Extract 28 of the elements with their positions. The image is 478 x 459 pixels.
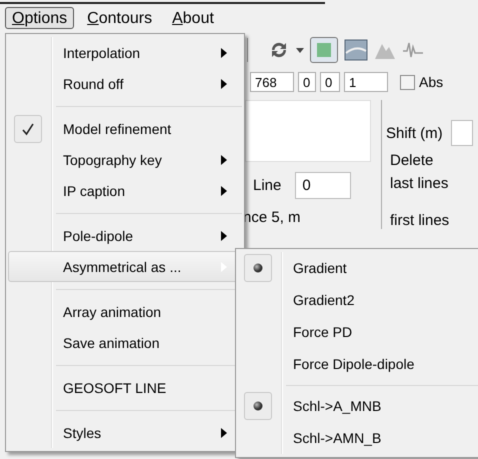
menu-item[interactable]: Gradient2 — [238, 284, 478, 316]
number-field[interactable]: 0 — [298, 72, 316, 92]
number-field[interactable]: 768 — [250, 72, 294, 92]
menu-item[interactable]: Model refinement — [8, 113, 242, 144]
menu-title[interactable]: Options — [5, 7, 74, 29]
first-lines-label: first lines — [389, 211, 450, 229]
number-field[interactable]: 0 — [320, 72, 340, 92]
menu-item[interactable]: Round off — [8, 68, 242, 99]
checkbox-label: Abs — [419, 74, 444, 90]
menu-title[interactable]: Contours — [80, 7, 160, 29]
menu-item[interactable]: IP caption — [8, 175, 242, 206]
shift-label: Shift (m) — [386, 124, 443, 142]
toolbar-button[interactable] — [310, 37, 338, 63]
menu-item[interactable]: Interpolation — [8, 37, 242, 68]
menu-item[interactable]: Force PD — [238, 316, 478, 348]
menu-title[interactable]: About — [165, 7, 221, 29]
delete-label: Delete — [389, 152, 434, 169]
checkbox[interactable] — [400, 74, 415, 90]
last-lines-label: last lines — [389, 175, 450, 192]
line-field[interactable]: 0 — [295, 172, 352, 199]
menu-item[interactable]: Force Dipole-dipole — [238, 348, 478, 380]
square-icon — [316, 42, 332, 58]
menu-item[interactable]: Topography key — [8, 144, 242, 175]
caret-icon[interactable] — [296, 48, 304, 52]
menu-item[interactable]: Pole-dipole — [8, 220, 242, 251]
line-label: Line — [253, 177, 282, 194]
number-field[interactable]: 1 — [344, 72, 388, 92]
shift-field[interactable] — [450, 120, 473, 146]
